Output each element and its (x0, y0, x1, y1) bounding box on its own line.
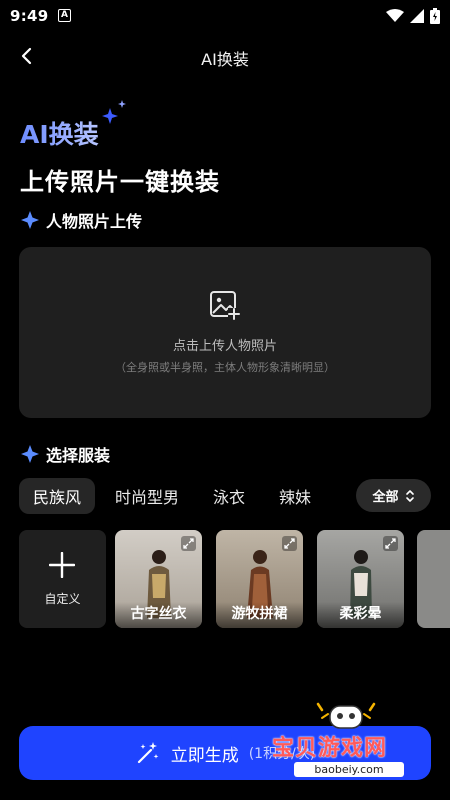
watermark-url: baobeiy.com (294, 762, 404, 777)
tab-fashion-men[interactable]: 时尚型男 (101, 478, 193, 514)
hero-title: AI换装 (20, 115, 99, 151)
expand-icon[interactable] (181, 536, 196, 551)
sparkle-icon (21, 445, 39, 463)
signal-icon (410, 9, 424, 23)
add-image-icon (210, 291, 240, 320)
sparkle-icon (102, 100, 126, 124)
clothing-card[interactable]: 古字丝衣 (115, 530, 202, 628)
generate-label: 立即生成 (170, 745, 239, 766)
category-tabs: 民族风 时尚型男 泳衣 辣妹 (19, 478, 331, 514)
clothing-list: 自定义 古字丝衣 游牧拼裙 柔彩晕 (19, 530, 450, 630)
upload-heading-label: 人物照片上传 (46, 212, 143, 231)
nav-bar: AI换装 (0, 36, 450, 76)
custom-clothing-card[interactable]: 自定义 (19, 530, 106, 628)
upload-photo-area[interactable]: 点击上传人物照片 （全身照或半身照，主体人物形象清晰明显） (19, 247, 431, 418)
status-icons (386, 8, 440, 24)
battery-icon (430, 8, 440, 24)
clothing-card-label: 古字丝衣 (115, 602, 202, 628)
tab-ethnic[interactable]: 民族风 (19, 478, 96, 514)
expand-icon[interactable] (282, 536, 297, 551)
clothing-card-partial[interactable] (417, 530, 450, 628)
page-title: AI换装 (201, 50, 249, 69)
upload-section-heading: 人物照片上传 (20, 208, 142, 232)
status-time: 9:49 (10, 7, 49, 25)
clothing-card-label: 游牧拼裙 (216, 602, 303, 628)
tab-swimwear[interactable]: 泳衣 (199, 478, 259, 514)
plus-icon (49, 552, 75, 578)
filter-label: 全部 (372, 490, 399, 505)
clothing-section-heading: 选择服装 (20, 442, 110, 466)
watermark: 宝贝游戏网 baobeiy.com (272, 700, 442, 790)
sparkle-icon (21, 211, 39, 229)
tab-hot-girl[interactable]: 辣妹 (265, 478, 325, 514)
notification-icon: A (58, 9, 71, 22)
upload-hint: （全身照或半身照，主体人物形象清晰明显） (115, 361, 335, 374)
chevron-up-down-icon (405, 489, 414, 502)
magic-wand-icon (137, 742, 159, 764)
upload-prompt: 点击上传人物照片 (172, 339, 277, 354)
watermark-text: 宝贝游戏网 (272, 736, 388, 761)
clothing-heading-label: 选择服装 (46, 446, 111, 465)
custom-label: 自定义 (44, 592, 81, 606)
clothing-card-label: 柔彩晕 (317, 602, 404, 628)
expand-icon[interactable] (383, 536, 398, 551)
clothing-card[interactable]: 游牧拼裙 (216, 530, 303, 628)
clothing-card[interactable]: 柔彩晕 (317, 530, 404, 628)
status-bar: 9:49 A (0, 0, 450, 34)
filter-dropdown[interactable]: 全部 (356, 479, 431, 512)
wifi-icon (386, 9, 404, 22)
hero-subtitle: 上传照片一键换装 (20, 168, 220, 196)
